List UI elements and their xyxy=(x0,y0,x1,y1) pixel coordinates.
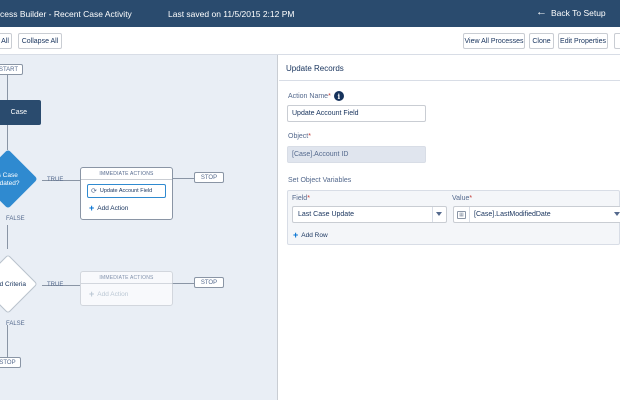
value-select-value: [Case].LastModifiedDate xyxy=(474,211,551,218)
false-label: FALSE xyxy=(6,321,25,327)
required-asterisk: * xyxy=(469,195,473,202)
process-canvas[interactable]: START Case s Case pdated? TRUE FALSE IMM… xyxy=(0,55,278,400)
stop-node: STOP xyxy=(0,357,21,368)
value-column-header: Value* xyxy=(452,195,472,202)
criteria-node-1-line1: s Case xyxy=(0,172,18,179)
true-label: TRUE xyxy=(47,282,64,288)
field-select-value: Last Case Update xyxy=(298,211,355,218)
expand-all-button[interactable]: All xyxy=(0,33,12,49)
connector xyxy=(7,125,8,150)
collapse-all-button[interactable]: Collapse All xyxy=(18,33,62,49)
object-node-label: Case xyxy=(10,109,27,116)
connector xyxy=(7,75,8,101)
criteria-node-2-label: dd Criteria xyxy=(0,281,26,288)
set-object-variables-label: Set Object Variables xyxy=(288,177,352,184)
immediate-actions-box: IMMEDIATE ACTIONS ⟳ Update Account Field… xyxy=(80,167,173,220)
chevron-down-icon xyxy=(614,212,620,216)
action-item-label: Update Account Field xyxy=(99,188,153,194)
immediate-actions-header: IMMEDIATE ACTIONS xyxy=(81,168,172,180)
app-title: cess Builder - Recent Case Activity xyxy=(0,9,132,19)
refresh-icon: ⟳ xyxy=(91,188,97,195)
field-column-header-text: Field xyxy=(292,195,308,202)
edit-properties-button[interactable]: Edit Properties xyxy=(558,33,608,49)
field-column-header: Field* xyxy=(292,195,310,202)
connector xyxy=(7,225,8,249)
connector xyxy=(7,325,8,357)
criteria-node-1-label: s Case pdated? xyxy=(0,172,20,188)
field-reference-icon: ▦ xyxy=(457,210,466,219)
view-all-processes-button[interactable]: View All Processes xyxy=(463,33,525,49)
select-divider xyxy=(432,207,433,222)
add-row-label: Add Row xyxy=(301,232,328,239)
add-action-label: Add Action xyxy=(97,291,129,298)
required-asterisk: * xyxy=(307,195,310,202)
object-variables-table: Field* Value* Last Case Update ▦ [Case].… xyxy=(287,190,620,245)
object-label: Object* xyxy=(288,133,311,140)
object-label-text: Object xyxy=(288,133,309,140)
false-label: FALSE xyxy=(6,216,25,222)
value-column-header-text: Value xyxy=(452,195,470,202)
panel-header: Update Records xyxy=(279,55,620,81)
last-saved-text: Last saved on 11/5/2015 2:12 PM xyxy=(168,9,295,19)
properties-panel: Update Records Action Name* i Update Acco… xyxy=(279,55,620,400)
action-name-label-text: Action Name xyxy=(288,92,329,100)
object-node[interactable]: Case xyxy=(0,100,41,125)
toolbar-overflow-button[interactable] xyxy=(614,33,620,49)
info-icon[interactable]: i xyxy=(333,91,344,101)
action-name-label: Action Name* i xyxy=(288,91,344,101)
criteria-node-1-line2: pdated? xyxy=(0,180,20,187)
stop-node: STOP xyxy=(194,277,224,288)
add-action-button[interactable]: + Add Action xyxy=(89,290,164,299)
back-to-setup-label: Back To Setup xyxy=(551,7,606,18)
plus-icon: + xyxy=(293,230,299,240)
add-action-button[interactable]: + Add Action xyxy=(89,204,164,213)
true-label: TRUE xyxy=(47,177,64,183)
clone-button[interactable]: Clone xyxy=(529,33,554,49)
connector xyxy=(172,283,194,284)
required-asterisk: * xyxy=(328,92,331,100)
required-asterisk: * xyxy=(308,133,311,140)
plus-icon: + xyxy=(89,203,95,213)
object-field: [Case].Account ID xyxy=(287,146,426,163)
plus-icon: + xyxy=(89,289,95,299)
action-item[interactable]: ⟳ Update Account Field xyxy=(87,184,166,198)
value-select[interactable]: ▦ [Case].LastModifiedDate xyxy=(453,206,620,223)
stop-node: STOP xyxy=(194,172,224,183)
app-header: cess Builder - Recent Case Activity Last… xyxy=(0,0,620,27)
immediate-actions-box: IMMEDIATE ACTIONS + Add Action xyxy=(80,271,173,306)
arrow-left-icon: ← xyxy=(536,6,547,18)
field-select[interactable]: Last Case Update xyxy=(292,206,447,223)
panel-title: Update Records xyxy=(286,64,344,73)
value-type-button[interactable]: ▦ xyxy=(454,207,470,222)
start-node: START xyxy=(0,64,23,75)
action-name-input[interactable]: Update Account Field xyxy=(287,105,426,122)
back-to-setup-link[interactable]: ← Back To Setup xyxy=(536,7,606,18)
add-action-label: Add Action xyxy=(97,205,129,212)
add-row-button[interactable]: + Add Row xyxy=(293,231,328,240)
connector xyxy=(172,178,194,179)
immediate-actions-header: IMMEDIATE ACTIONS xyxy=(81,272,172,284)
chevron-down-icon xyxy=(436,212,442,216)
toolbar: All Collapse All View All Processes Clon… xyxy=(0,27,620,55)
